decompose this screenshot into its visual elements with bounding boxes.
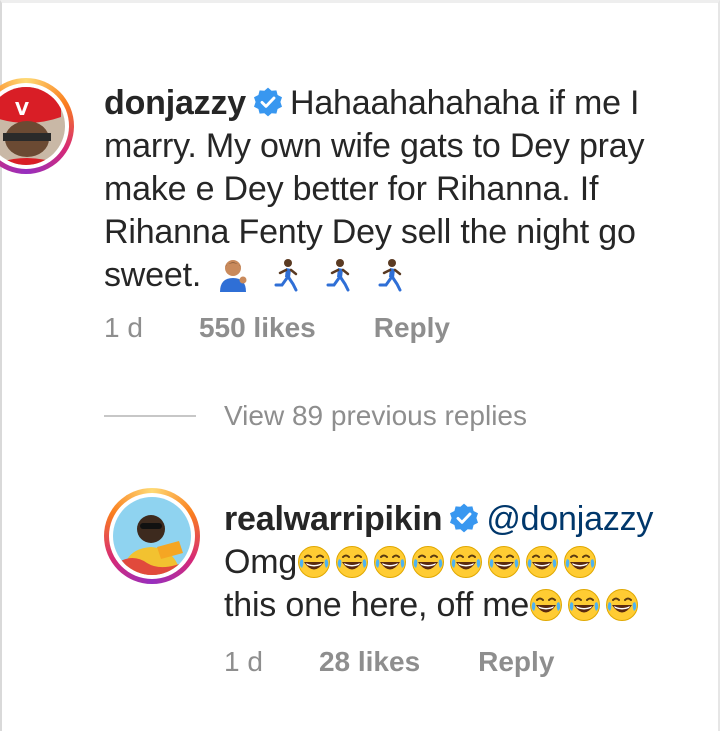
face-with-tears-of-joy-icon	[606, 589, 639, 621]
avatar-image: V	[0, 87, 65, 165]
comment-donjazzy: donjazzy Hahaahahahaha if me I marry. My…	[104, 82, 704, 297]
mention-link[interactable]: @donjazzy	[486, 500, 653, 538]
laughing-emoji-row	[529, 586, 643, 624]
face-with-tears-of-joy-icon	[298, 546, 331, 578]
face-with-tears-of-joy-icon	[564, 546, 597, 578]
face-with-tears-of-joy-icon	[412, 546, 445, 578]
svg-text:V: V	[15, 99, 29, 120]
face-with-tears-of-joy-icon	[526, 546, 559, 578]
comment-time: 1 d	[224, 646, 263, 677]
laughing-emoji-row	[297, 543, 601, 581]
verified-badge-icon	[253, 87, 282, 117]
verified-badge-icon	[450, 503, 479, 533]
comment-line-3: make e Dey better for Rihanna. If	[104, 170, 599, 208]
view-replies-label[interactable]: View 89 previous replies	[224, 400, 527, 432]
comment-line-3: this one here, off me	[224, 586, 530, 624]
reply-button[interactable]: Reply	[374, 312, 450, 344]
man-running-icon	[274, 259, 298, 292]
face-with-tears-of-joy-icon	[450, 546, 483, 578]
comment-realwarripikin: realwarripikin @donjazzy Omg this one he…	[224, 498, 704, 627]
face-with-tears-of-joy-icon	[488, 546, 521, 578]
face-with-tears-of-joy-icon	[374, 546, 407, 578]
face-with-tears-of-joy-icon	[568, 589, 601, 621]
comment-text: donjazzy Hahaahahahaha if me I marry. My…	[104, 82, 704, 297]
comment-text: realwarripikin @donjazzy Omg this one he…	[224, 498, 704, 627]
face-with-tears-of-joy-icon	[336, 546, 369, 578]
comment-time: 1 d	[104, 312, 143, 343]
man-tipping-hand-icon	[220, 260, 247, 292]
comment-username[interactable]: donjazzy	[104, 84, 246, 122]
comment-likes[interactable]: 28 likes	[319, 646, 420, 678]
divider-line	[104, 415, 196, 417]
profile-photo-icon	[113, 497, 191, 575]
comment-line-5: sweet.	[104, 256, 202, 294]
comment-username[interactable]: realwarripikin	[224, 500, 443, 538]
reply-button[interactable]: Reply	[478, 646, 554, 678]
man-running-icon	[378, 259, 402, 292]
comment-meta-realwarripikin: 1 d 28 likes Reply	[224, 646, 554, 678]
face-with-tears-of-joy-icon	[530, 589, 563, 621]
comment-emojis	[216, 256, 407, 294]
comment-line-1: Hahaahahahaha if me I	[289, 84, 640, 122]
comment-line-2: Omg	[224, 543, 298, 581]
avatar-image	[113, 497, 191, 575]
profile-photo-icon: V	[0, 87, 65, 165]
comment-meta-donjazzy: 1 d 550 likes Reply	[104, 312, 450, 344]
comment-line-4: Rihanna Fenty Dey sell the night go	[104, 213, 636, 251]
man-running-icon	[326, 259, 350, 292]
avatar-realwarripikin[interactable]	[104, 488, 200, 584]
comment-likes[interactable]: 550 likes	[199, 312, 316, 344]
comment-line-2: marry. My own wife gats to Dey pray	[104, 127, 645, 165]
view-previous-replies[interactable]: View 89 previous replies	[104, 400, 527, 432]
